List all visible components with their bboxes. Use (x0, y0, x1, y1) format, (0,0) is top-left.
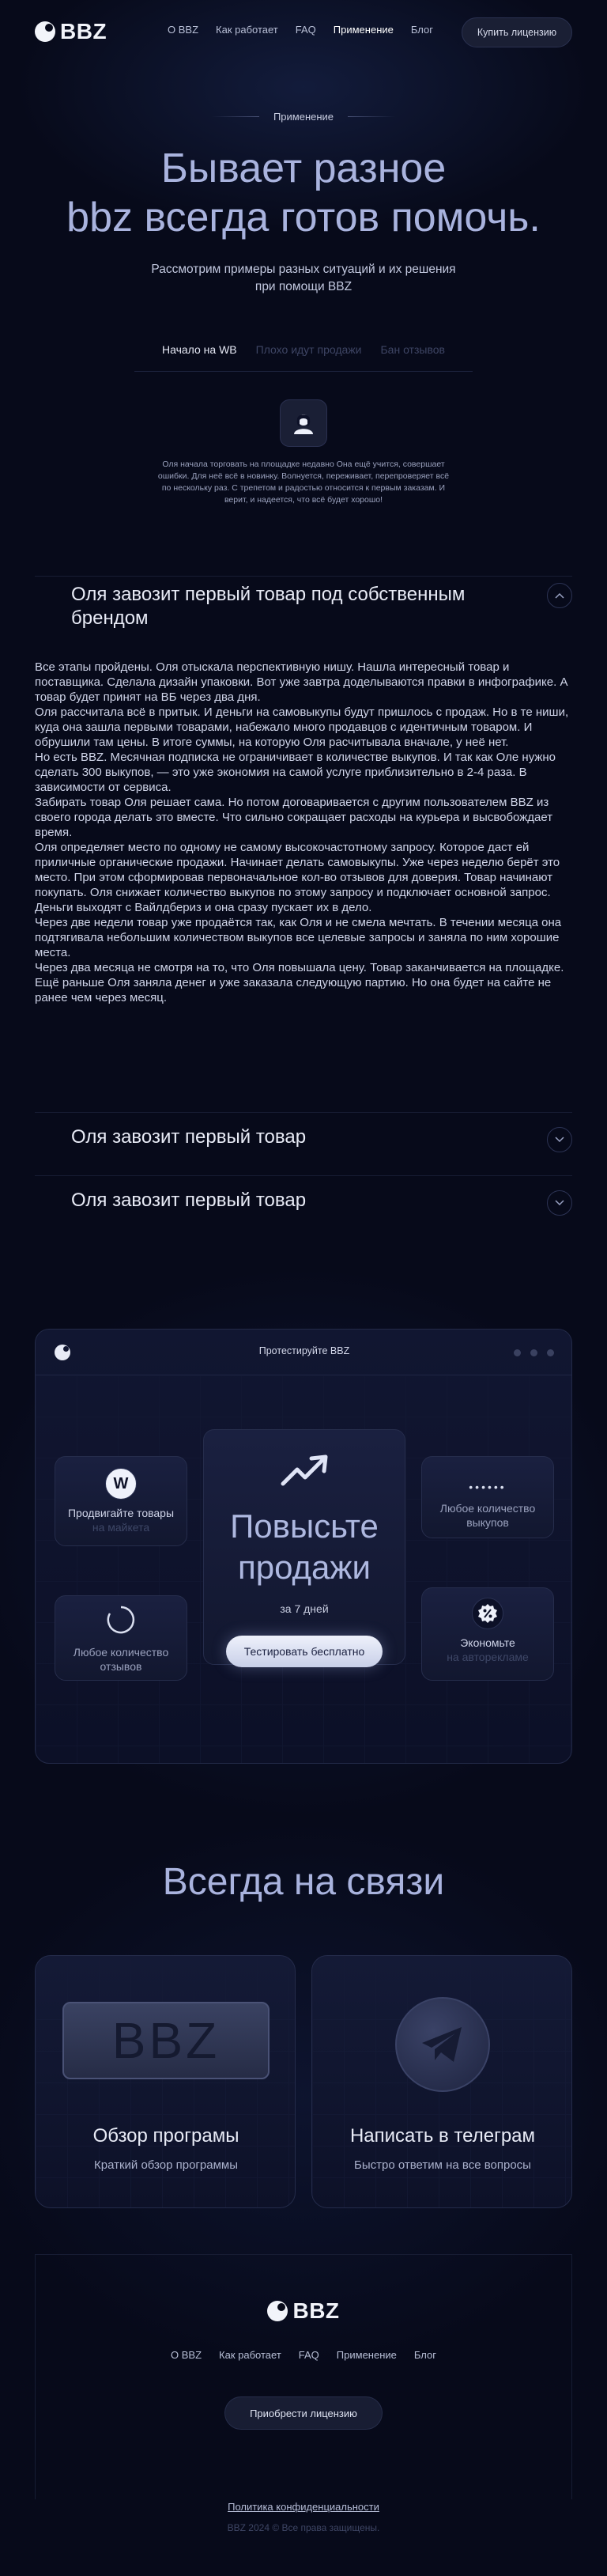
tab-start-on-wb[interactable]: Начало на WB (162, 340, 237, 371)
logo[interactable]: BBZ (35, 19, 107, 44)
eyebrow-label: Применение (273, 111, 334, 123)
accordion-paragraph: Все этапы пройдены. Оля отыскала перспек… (35, 660, 568, 704)
telegram-icon (395, 1997, 490, 2092)
feature-sub: на майкета (92, 1521, 150, 1534)
nav-item-usage[interactable]: Применение (334, 24, 394, 36)
tab-poor-sales[interactable]: Плохо идут продажи (256, 340, 362, 371)
footer-nav-faq[interactable]: FAQ (299, 2349, 319, 2361)
main-offer-sub: за 7 дней (280, 1602, 329, 1615)
accordion-title: Оля завозит первый товар под собственным… (71, 584, 466, 629)
feature-title: Любое количество (439, 1502, 536, 1515)
feature-title: Продвигайте товары (67, 1507, 175, 1519)
nav-item-faq[interactable]: FAQ (296, 24, 316, 36)
copyright: BBZ 2024 © Все права защищены. (227, 2522, 380, 2533)
story-tabs: Начало на WB Плохо идут продажи Бан отзы… (134, 340, 473, 372)
window-dots (514, 1349, 554, 1356)
card-title: Написать в телеграм (349, 2125, 536, 2147)
feature-sub: отзывов (100, 1660, 142, 1673)
test-free-button[interactable]: Тестировать бесплатно (226, 1636, 383, 1667)
story-intro: Оля начала торговать на площадке недавно… (157, 460, 450, 505)
card-sub: Быстро ответим на все вопросы (354, 2158, 531, 2172)
logo-text: BBZ (292, 2298, 340, 2323)
divider (211, 116, 259, 117)
accordion-paragraph: Но есть BBZ. Месячная подписка не ограни… (35, 751, 556, 794)
spinner-icon (105, 1604, 137, 1636)
hero-title-line1: Бывает разное (160, 146, 447, 191)
panel-title: Протестируйте BBZ (258, 1345, 350, 1356)
dots-icon: •••••• (469, 1481, 507, 1493)
footer-nav: О BBZ Как работает FAQ Применение Блог (0, 2349, 607, 2361)
feature-title: Любое количество (73, 1646, 169, 1659)
trending-up-icon (280, 1451, 330, 1492)
panel-titlebar: Протестируйте BBZ (36, 1330, 571, 1375)
nav-item-blog[interactable]: Блог (411, 24, 433, 36)
logo-mark-icon (35, 21, 55, 42)
accordion-paragraph: Оля определяет место по одному не самому… (35, 841, 560, 914)
footer-frame (35, 2254, 572, 2499)
main-nav: О BBZ Как работает FAQ Применение Блог (168, 24, 433, 36)
footer-nav-about[interactable]: О BBZ (171, 2349, 202, 2361)
wildberries-icon: W (105, 1468, 137, 1500)
buy-license-button[interactable]: Купить лицензию (462, 17, 572, 47)
logo-text: BBZ (60, 19, 107, 44)
accordion-body: Все этапы пройдены. Оля отыскала перспек… (35, 660, 572, 1005)
logo-mark-icon (267, 2301, 288, 2321)
accordion-item-3[interactable]: Оля завозит первый товар (35, 1175, 572, 1232)
main-offer-title: Повысьте продажи (204, 1506, 405, 1588)
nav-item-about[interactable]: О BBZ (168, 24, 198, 36)
hero-subtitle: Рассмотрим примеры разных ситуаций и их … (151, 263, 456, 293)
feature-card-promote: W Продвигайте товары на майкета (55, 1456, 187, 1546)
accordion-title: Оля завозит первый товар (71, 1190, 307, 1211)
hero-eyebrow: Применение (0, 111, 607, 123)
telegram-card[interactable]: Написать в телеграм Быстро ответим на вс… (311, 1955, 572, 2208)
feature-card-buyouts: •••••• Любое количество выкупов (421, 1456, 554, 1538)
bbz-plate-logo: BBZ (62, 2002, 270, 2079)
hero-title-line2: bbz всегда готов помочь. (66, 195, 541, 240)
accordion-paragraph: Забирать товар Оля решает сама. Но потом… (35, 796, 553, 839)
feature-title: Экономьте (460, 1636, 515, 1649)
chevron-up-icon[interactable] (547, 583, 572, 608)
feature-sub: выкупов (466, 1516, 509, 1529)
hero-title: Бывает разное bbz всегда готов помочь. (0, 144, 607, 242)
accordion-paragraph: Через два месяца не смотря на то, что Ол… (35, 961, 564, 1004)
feature-card-save: Экономьте на авторекламе (421, 1587, 554, 1681)
accordion-item-2[interactable]: Оля завозит первый товар (35, 1112, 572, 1169)
nav-item-how-it-works[interactable]: Как работает (216, 24, 278, 36)
card-sub: Краткий обзор программы (94, 2158, 238, 2172)
card-title: Обзор програмы (92, 2125, 239, 2147)
feature-card-reviews: Любое количество отзывов (55, 1595, 187, 1681)
tab-review-ban[interactable]: Бан отзывов (380, 340, 444, 371)
accordion-title: Оля завозит первый товар (71, 1126, 307, 1148)
footer-nav-how-it-works[interactable]: Как работает (219, 2349, 281, 2361)
feature-sub: на авторекламе (447, 1651, 529, 1663)
user-avatar-icon (280, 399, 327, 447)
test-panel: Протестируйте BBZ W Продвигайте товары н… (35, 1329, 572, 1764)
purchase-license-button[interactable]: Приобрести лицензию (224, 2396, 383, 2430)
divider (348, 116, 396, 117)
program-overview-card[interactable]: BBZ Обзор програмы Краткий обзор програм… (35, 1955, 296, 2208)
privacy-policy-link[interactable]: Политика конфиденциальности (0, 2501, 607, 2513)
main-offer-card: Повысьте продажи за 7 дней Тестировать б… (203, 1429, 405, 1667)
footer-nav-usage[interactable]: Применение (337, 2349, 397, 2361)
footer-logo[interactable]: BBZ (0, 2298, 607, 2324)
accordion-paragraph: Оля рассчитала всё в притык. И деньги на… (35, 705, 569, 749)
contact-title: Всегда на связи (162, 1861, 445, 1903)
chevron-down-icon[interactable] (547, 1190, 572, 1216)
accordion-paragraph: Через две недели товар уже продаётся так… (35, 916, 562, 959)
accordion-item-1[interactable]: Оля завозит первый товар под собственным… (35, 576, 572, 639)
footer-nav-blog[interactable]: Блог (414, 2349, 436, 2361)
chevron-down-icon[interactable] (547, 1127, 572, 1152)
percent-badge-icon (472, 1598, 503, 1629)
main-offer-title-line2: продажи (238, 1549, 371, 1586)
main-offer-title-line1: Повысьте (230, 1507, 379, 1545)
